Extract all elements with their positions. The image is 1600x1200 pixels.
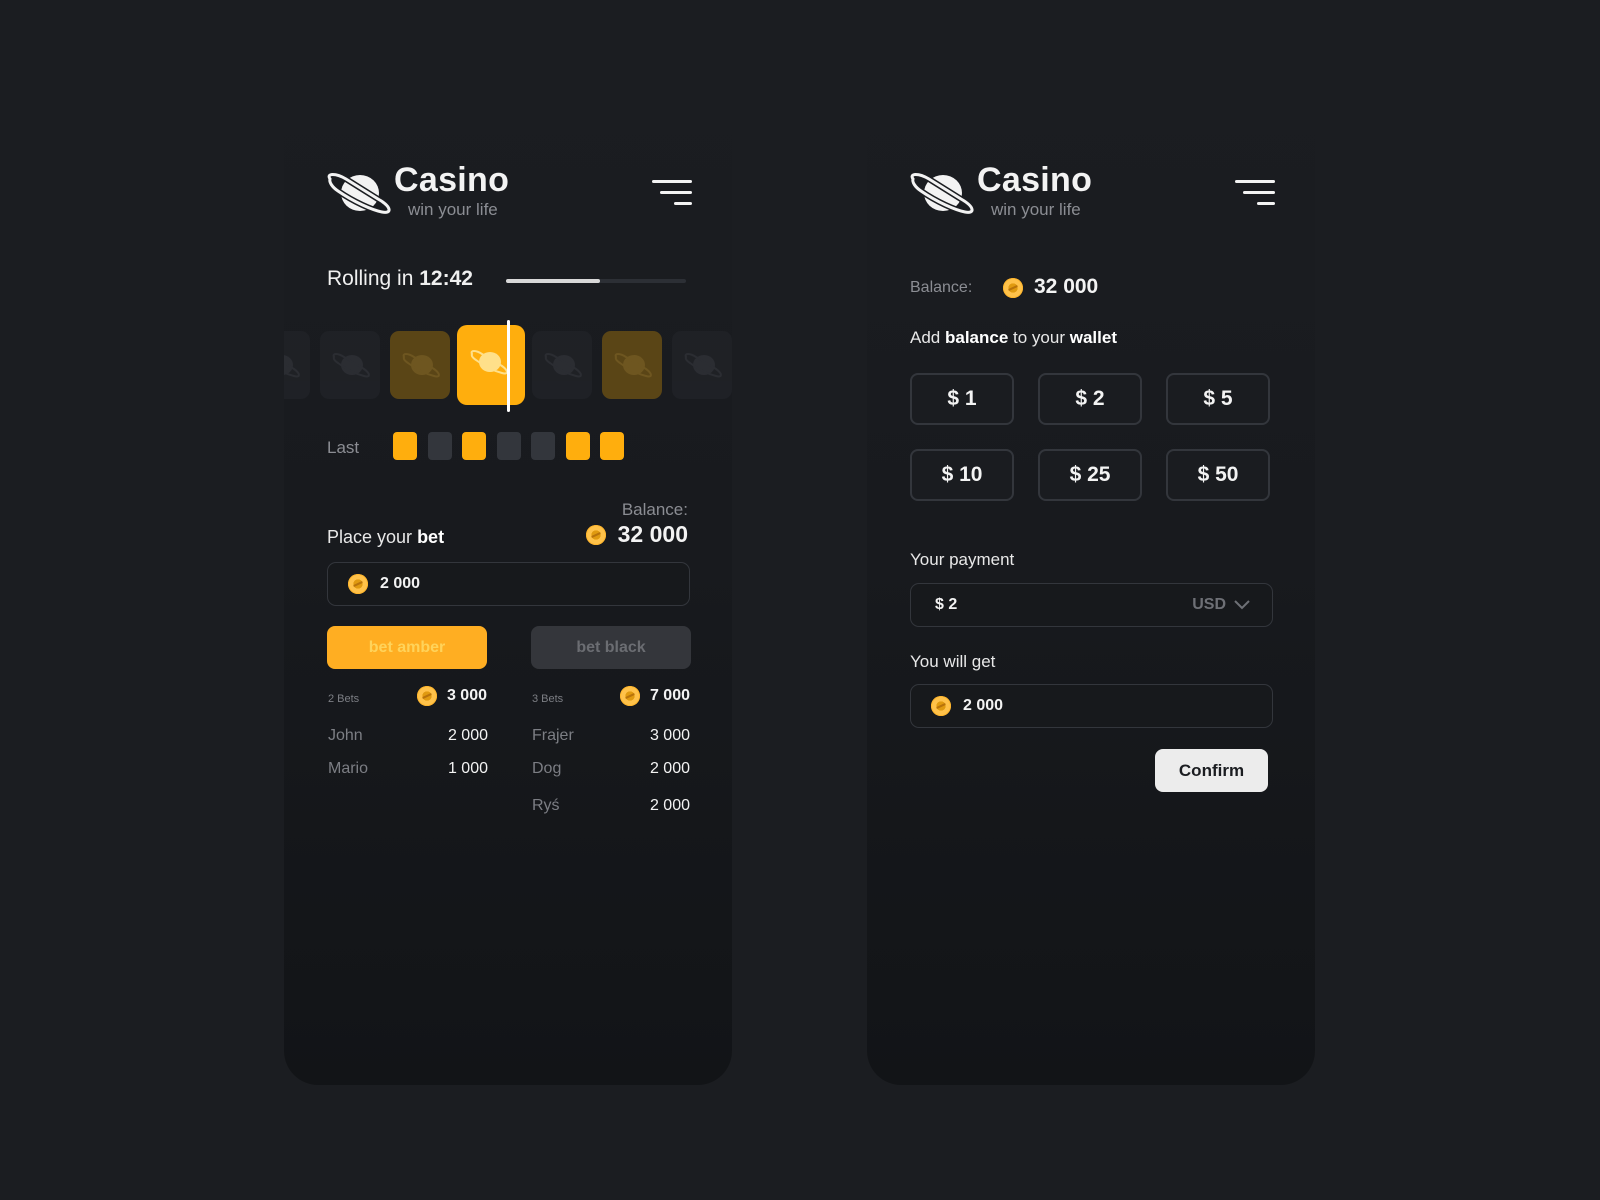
planet-icon [684,353,722,378]
place-bet-bold: bet [417,527,445,547]
black-bets-total: 7 000 [619,686,690,706]
planet-logo-icon [909,171,975,216]
currency-select[interactable]: USD [1192,584,1250,626]
bettor-amount: 3 000 [649,727,690,744]
reel-tile [602,331,662,399]
bettor-amount: 1 000 [447,760,488,777]
coin-icon [416,686,437,706]
roulette-screen: Casino win your life Rolling in 12:42 La… [284,95,732,1085]
chevron-down-icon [1234,600,1250,610]
brand-subtitle: win your life [408,200,498,219]
coin-icon [1003,278,1023,298]
last-result-square [600,432,624,460]
amount-option-button[interactable]: $ 5 [1166,373,1270,425]
bettor-name: Dog [532,760,562,777]
brand-subtitle: win your life [991,200,1081,219]
you-will-get-field: 2 000 [910,684,1273,728]
last-result-square [496,432,521,460]
rolling-countdown: Rolling in 12:42 [327,267,473,291]
planet-icon [544,353,582,378]
bettor-name: John [328,727,363,744]
add-bold-wallet: wallet [1069,328,1117,347]
planet-icon [332,353,370,378]
you-will-get-value: 2 000 [963,697,1004,714]
reel-tile [320,331,380,399]
reel-tile [457,325,525,405]
amber-total-value: 3 000 [446,687,487,704]
last-results-label: Last [327,438,360,457]
reel-tile [284,331,310,399]
place-bet-prefix: Place your [327,527,413,547]
planet-icon [284,355,300,378]
reel-pointer [507,320,510,412]
add-prefix: Add [910,328,941,347]
place-bet-heading: Place your bet [327,527,444,548]
you-will-get-label: You will get [910,652,996,671]
payment-value: $ 2 [935,596,958,613]
planet-logo-icon [326,171,392,216]
reel-tile [672,331,732,399]
add-bold-balance: balance [944,328,1009,347]
planet-icon [470,350,508,375]
brand-title: Casino [394,161,510,199]
menu-icon[interactable] [1235,180,1275,210]
bet-black-button[interactable]: bet black [531,626,691,669]
reel-tile [390,331,450,399]
roll-progress-bar [506,279,686,283]
add-balance-heading: Add balance to your wallet [910,328,1117,348]
balance-display: 32 000 [585,521,688,548]
last-result-square [565,432,590,460]
coin-icon [619,686,640,706]
rolling-prefix: Rolling in [327,267,414,290]
planet-icon [614,353,652,378]
coin-icon [931,696,951,716]
bet-amount-input[interactable]: 2 000 [327,562,690,606]
bettor-name: Frajer [532,727,574,744]
wallet-screen: Casino win your life Balance: 32 000 Add… [867,95,1315,1085]
last-result-square [462,432,486,460]
balance-label: Balance: [910,279,973,296]
amber-bets-total: 3 000 [416,686,487,706]
menu-icon[interactable] [652,180,692,210]
last-result-square [531,432,555,460]
amount-option-button[interactable]: $ 10 [910,449,1014,501]
amber-bets-count: 2 Bets [328,693,360,705]
balance-value: 32 000 [1034,275,1099,298]
amount-option-button[interactable]: $ 25 [1038,449,1142,501]
planet-icon [402,353,440,378]
balance-value: 32 000 [617,521,688,547]
amount-option-button[interactable]: $ 50 [1166,449,1270,501]
balance-label: Balance: [621,500,688,519]
black-total-value: 7 000 [649,687,690,704]
confirm-button[interactable]: Confirm [1155,749,1268,792]
bettor-name: Ryś [532,797,560,814]
last-result-square [393,432,417,460]
add-middle: to your [1013,328,1066,347]
amount-option-button[interactable]: $ 2 [1038,373,1142,425]
bet-amount-value: 2 000 [380,575,421,592]
bettor-amount: 2 000 [649,760,690,777]
payment-input[interactable]: $ 2 USD [910,583,1273,627]
bettor-name: Mario [328,760,369,777]
bettor-amount: 2 000 [447,727,488,744]
brand-title: Casino [977,161,1093,199]
payment-label: Your payment [910,550,1015,569]
coin-icon [585,524,606,545]
currency-value: USD [1192,596,1226,613]
roll-progress-fill [506,279,600,283]
bet-amber-button[interactable]: bet amber [327,626,487,669]
reel-tile [532,331,592,399]
bettor-amount: 2 000 [649,797,690,814]
coin-icon [348,574,368,594]
last-result-square [427,432,452,460]
black-bets-count: 3 Bets [532,693,564,705]
rolling-time: 12:42 [419,267,473,290]
amount-option-button[interactable]: $ 1 [910,373,1014,425]
